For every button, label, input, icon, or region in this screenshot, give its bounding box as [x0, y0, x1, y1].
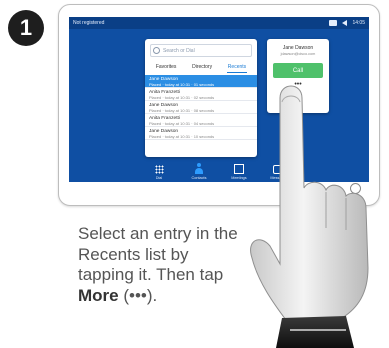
- speaker-icon[interactable]: [342, 20, 348, 26]
- step-number-badge: 1: [8, 10, 44, 46]
- contacts-icon: [194, 163, 204, 174]
- dock-label: Dial: [155, 176, 163, 180]
- dock-item-dial[interactable]: Dial: [146, 165, 172, 180]
- status-bar: Not registered 14:05: [69, 17, 369, 29]
- instruction-body: Select an entry in the Recents list by t…: [78, 224, 238, 284]
- tab-directory[interactable]: Directory: [191, 62, 213, 73]
- dock-item-contacts[interactable]: Contacts: [186, 163, 212, 180]
- camera-icon[interactable]: [329, 20, 338, 26]
- tab-favorites[interactable]: Favorites: [155, 62, 178, 73]
- instruction-more-word: More: [78, 285, 119, 305]
- instruction-text: Select an entry in the Recents list by t…: [78, 224, 238, 306]
- instruction-more-symbol: (•••).: [123, 285, 158, 305]
- registration-status: Not registered: [73, 20, 105, 26]
- contact-uri: jdawson@cisco.com: [280, 52, 316, 56]
- search-input[interactable]: Search or Dial: [150, 44, 252, 57]
- contact-name: Jane Dawson: [282, 45, 314, 51]
- search-icon: [153, 47, 160, 54]
- pointing-hand-illustration: [250, 85, 369, 348]
- clock: 14:05: [352, 20, 365, 26]
- dock-label: Contacts: [191, 176, 207, 180]
- keypad-icon: [154, 165, 164, 174]
- search-placeholder: Search or Dial: [163, 47, 195, 54]
